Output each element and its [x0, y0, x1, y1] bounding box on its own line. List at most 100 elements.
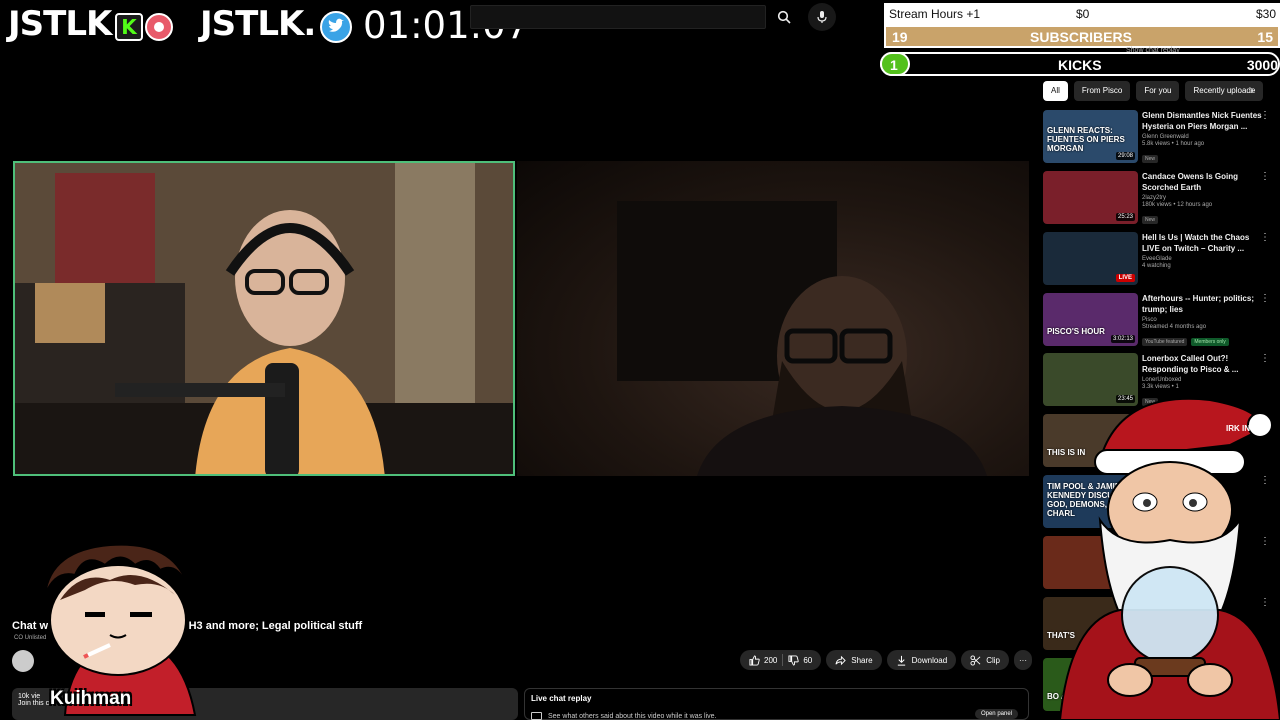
hours-goal-start: $0 [1076, 7, 1090, 21]
hours-goal-end: $30 [1255, 7, 1276, 21]
recommendation-info: Hell Is Us | Watch the Chaos LIVE on Twi… [1142, 232, 1264, 269]
clip-label: Clip [986, 655, 1000, 665]
duration-badge: 25:23 [1115, 213, 1135, 221]
recommendation-info: Candace Owens Is Going Scorched Earth 2la… [1142, 171, 1264, 226]
video-title: Afterhours -- Hunter; politics; trump; l… [1142, 294, 1254, 314]
more-vert-icon[interactable]: ⋮ [1260, 171, 1270, 182]
duration-badge: 29:08 [1115, 152, 1135, 160]
new-badge: YouTube featured [1142, 338, 1188, 346]
thumbs-up-icon [749, 654, 760, 666]
search-input[interactable] [470, 5, 766, 29]
thumbs-down-icon [788, 654, 800, 666]
recommendation-item[interactable]: 25:23 Candace Owens Is Going Scorched Ear… [1043, 171, 1280, 227]
new-badge: New [1142, 216, 1159, 224]
kuihman-name-label: Kuihman [50, 688, 132, 709]
recommendation-item[interactable]: LIVE Hell Is Us | Watch the Chaos LIVE on… [1043, 232, 1280, 288]
chip-from-pisco[interactable]: From Pisco [1073, 81, 1131, 101]
more-vert-icon[interactable]: ⋮ [1260, 353, 1270, 364]
channel-name[interactable]: EveeGlade [1142, 256, 1264, 262]
webcam-right [517, 161, 1029, 476]
download-icon [897, 655, 905, 666]
video-thumbnail[interactable]: GLENN REACTS: FUENTES ON PIERS MORGAN 29:… [1043, 110, 1138, 163]
voice-search-button[interactable] [808, 3, 836, 31]
channel-name[interactable]: Glenn Greenwald [1142, 134, 1264, 140]
live-badge: LIVE [1115, 274, 1135, 282]
live-chat-title: Live chat replay [531, 694, 592, 703]
more-vert-icon[interactable]: ⋮ [1260, 110, 1270, 121]
chip-all[interactable]: All [1043, 81, 1068, 101]
twitter-icon [320, 11, 352, 43]
video-thumbnail[interactable]: PISCO'S HOUR 3:02:13 [1043, 293, 1138, 346]
scissors-icon [970, 654, 981, 666]
video-title: Lonerbox Called Out?! Responding to Pisc… [1142, 354, 1239, 374]
live-chat-replay-panel: Live chat replay See what others said ab… [524, 688, 1029, 720]
channel-name[interactable]: LonerUnboxed [1142, 377, 1264, 383]
video-meta: Streamed 4 months ago [1142, 324, 1207, 330]
video-thumbnail[interactable]: LIVE [1043, 232, 1138, 285]
stream-hours-goal: Stream Hours +1 $0 $30 [884, 3, 1280, 25]
recommendation-item[interactable]: GLENN REACTS: FUENTES ON PIERS MORGAN 29:… [1043, 110, 1280, 166]
jstlk-kick-logo: JSTLK [8, 4, 112, 44]
video-thumbnail[interactable]: 25:23 [1043, 171, 1138, 224]
like-button[interactable]: 200 [749, 654, 778, 666]
open-panel-button[interactable]: Open panel [974, 709, 1018, 719]
video-meta: 4 watching [1142, 263, 1171, 269]
channel-name[interactable]: 2lazy2try [1142, 195, 1264, 201]
chat-icon [531, 712, 542, 720]
like-count: 200 [764, 655, 778, 665]
video-actions: 200 60 Share Download Clip ··· [740, 650, 1032, 670]
subs-current: 19 [892, 29, 908, 45]
video-title: Glenn Dismantles Nick Fuentes Hysteria o… [1142, 111, 1262, 131]
webcam-left [13, 161, 515, 476]
divider [782, 654, 784, 666]
webcam-left-scene [15, 163, 513, 474]
dislike-count: 60 [803, 655, 813, 665]
video-meta: 180k views • 12 hours ago [1142, 202, 1213, 208]
video-title: Hell Is Us | Watch the Chaos LIVE on Twi… [1142, 233, 1250, 253]
chevron-right-icon[interactable]: › [1250, 83, 1254, 97]
kicks-current: 1 [890, 57, 898, 73]
share-icon [835, 655, 846, 665]
channel-avatar[interactable] [12, 650, 34, 672]
webcam-right-scene [617, 201, 987, 476]
recommendation-item[interactable]: PISCO'S HOUR 3:02:13 Afterhours -- Hunter;… [1043, 293, 1280, 349]
more-horiz-icon: ··· [1018, 655, 1027, 665]
microphone-icon [817, 11, 827, 23]
share-button[interactable]: Share [826, 650, 882, 670]
kick-icon: K [115, 13, 143, 41]
subscribers-goal: 19 SUBSCRIBERS 15 [884, 25, 1280, 48]
kicks-target: 3000 [1246, 57, 1278, 73]
kicks-label: KICKS [1058, 57, 1102, 73]
more-vert-icon[interactable]: ⋮ [1260, 232, 1270, 243]
clip-button[interactable]: Clip [961, 650, 1009, 670]
recommendation-info: Glenn Dismantles Nick Fuentes Hysteria o… [1142, 110, 1264, 165]
kicks-goal: 1 KICKS 3000 [880, 52, 1280, 76]
more-vert-icon[interactable]: ⋮ [1260, 293, 1270, 304]
record-icon [145, 13, 173, 41]
members-only-badge: Members only [1191, 338, 1229, 346]
related-filter-chips: All From Pisco For you Recently uploade [1043, 81, 1264, 101]
download-button[interactable]: Download [886, 650, 957, 670]
channel-name[interactable]: Pisco [1142, 317, 1264, 323]
dislike-button[interactable]: 60 [788, 654, 813, 666]
jstlk-twitter-logo: JSTLK. [200, 4, 316, 44]
more-actions-button[interactable]: ··· [1013, 650, 1032, 670]
subs-label: SUBSCRIBERS [1030, 29, 1132, 45]
chip-for-you[interactable]: For you [1136, 81, 1180, 101]
search-icon [777, 10, 791, 24]
like-dislike-group: 200 60 [740, 650, 822, 670]
search-button[interactable] [769, 5, 799, 29]
duration-badge: 3:02:13 [1110, 335, 1135, 343]
download-label: Download [911, 655, 948, 665]
video-title: Candace Owens Is Going Scorched Earth [1142, 172, 1239, 192]
new-badge: New [1142, 155, 1159, 163]
santa-banner-text: IRK IN [1226, 424, 1250, 433]
thumbnail-text: GLENN REACTS: FUENTES ON PIERS MORGAN [1047, 126, 1125, 153]
share-label: Share [851, 655, 873, 665]
hours-goal-label: Stream Hours +1 [889, 7, 981, 21]
live-chat-desc: See what others said about this video wh… [548, 712, 717, 720]
video-meta: 5.8k views • 1 hour ago [1142, 141, 1205, 147]
santa-mascot [1060, 397, 1280, 720]
recommendation-info: Afterhours -- Hunter; politics; trump; l… [1142, 293, 1264, 348]
subs-target: 15 [1257, 29, 1273, 45]
